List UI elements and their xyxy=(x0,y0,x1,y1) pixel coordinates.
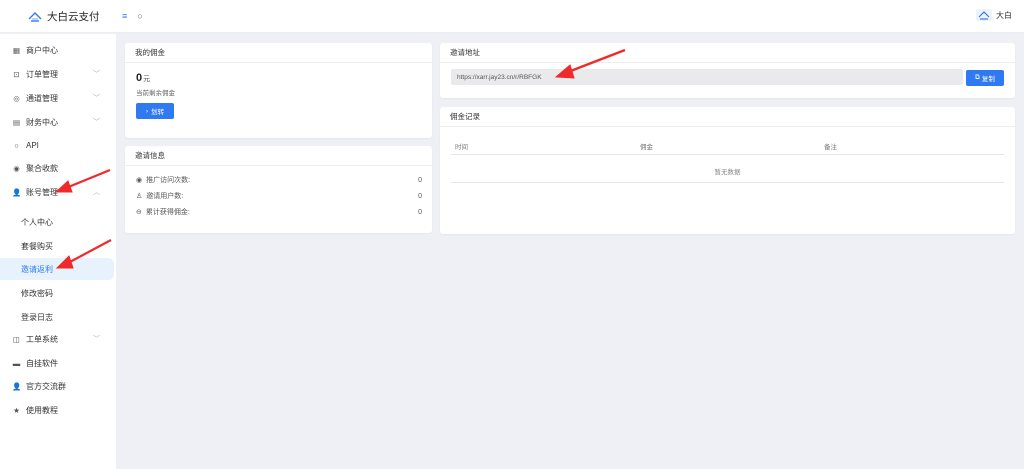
table-header-divider xyxy=(451,154,1004,155)
sidebar-subitem-label: 个人中心 xyxy=(21,217,53,227)
records-title: 佣金记录 xyxy=(440,107,1015,127)
sidebar-item-label: 商户中心 xyxy=(26,45,58,55)
stat-label: 邀请用户数: xyxy=(146,193,184,200)
user-menu[interactable]: 大白 xyxy=(976,9,1012,21)
stat-label: 累计获得佣金: xyxy=(145,209,190,216)
stat-row-invited-users: ♙ 邀请用户数: 0 xyxy=(136,190,422,202)
sidebar-item-aggregate-collect[interactable]: ◉ 聚合收款 xyxy=(0,157,114,179)
commission-card: 我的佣金 0 元 当前剩余佣金 › 划转 xyxy=(125,43,432,138)
sidebar-item-label: API xyxy=(26,140,39,150)
group-icon: 👤 xyxy=(12,381,22,391)
sidebar-subitem-label: 套餐购买 xyxy=(21,241,53,251)
column-header-remark: 备注 xyxy=(824,144,837,151)
chevron-down-icon: ﹀ xyxy=(93,336,100,343)
chevron-right-icon: › xyxy=(145,107,149,115)
sidebar-subitem-change-password[interactable]: 修改密码 xyxy=(0,282,114,304)
user-icon: 👤 xyxy=(12,187,22,197)
empty-state: 暂无数据 xyxy=(714,169,741,176)
invite-info-card: 邀请信息 ◉ 推广访问次数: 0 ♙ 邀请用户数: 0 ⊖ 累计获得佣金: 0 xyxy=(125,146,432,233)
sidebar-item-self-hosted-software[interactable]: ▬ 自挂软件 xyxy=(0,352,114,374)
commission-records-card: 佣金记录 时间 佣金 备注 暂无数据 xyxy=(440,107,1015,234)
stat-value: 0 xyxy=(418,192,422,200)
sidebar-item-label: 使用教程 xyxy=(26,405,58,415)
avatar-icon xyxy=(976,9,992,21)
transfer-button-label: 划转 xyxy=(151,109,165,116)
sidebar-item-label: 自挂软件 xyxy=(26,358,58,368)
wallet-icon: ⊖ xyxy=(136,209,142,216)
copy-button-label: 复制 xyxy=(981,76,995,83)
invite-url-field[interactable]: https://xarr.jay23.cn/r/RBFGK xyxy=(451,69,963,85)
ticket-icon: ◫ xyxy=(12,334,21,344)
chevron-up-icon: ︿ xyxy=(93,189,100,196)
chevron-down-icon: ﹀ xyxy=(93,95,100,102)
invite-url-card: 邀请地址 https://xarr.jay23.cn/r/RBFGK ⧉ 复制 xyxy=(440,43,1015,98)
api-icon: ○ xyxy=(14,140,19,150)
sidebar-item-account-management[interactable]: 👤 账号管理 ︿ xyxy=(0,181,114,203)
finance-icon: ▤ xyxy=(12,117,21,127)
commission-amount: 0 xyxy=(136,72,143,84)
commission-card-title: 我的佣金 xyxy=(125,43,432,63)
stat-value: 0 xyxy=(418,208,422,216)
grid-icon: ▦ xyxy=(12,45,21,55)
search-icon[interactable]: ○ xyxy=(137,11,142,21)
sidebar-subitem-package-purchase[interactable]: 套餐购买 xyxy=(0,235,114,257)
stat-label: 推广访问次数: xyxy=(146,177,191,184)
sidebar-subitem-invite-rebate[interactable]: 邀请返利 xyxy=(0,258,114,280)
stat-value: 0 xyxy=(418,176,422,184)
column-header-commission: 佣金 xyxy=(640,144,653,151)
menu-toggle-icon[interactable]: ≡ xyxy=(122,11,127,21)
copy-icon: ⧉ xyxy=(975,74,980,81)
sidebar-item-finance[interactable]: ▤ 财务中心 ﹀ xyxy=(0,111,114,133)
brand-title: 大白云支付 xyxy=(47,11,100,23)
sidebar-subitem-label: 登录日志 xyxy=(21,312,53,322)
sidebar-subitem-label: 修改密码 xyxy=(21,288,53,298)
sidebar-item-label: 财务中心 xyxy=(26,117,58,127)
sidebar-item-merchant-center[interactable]: ▦ 商户中心 xyxy=(0,39,114,61)
eye-icon: ◉ xyxy=(136,177,143,184)
invite-url-title: 邀请地址 xyxy=(440,43,1015,63)
star-icon: ★ xyxy=(13,405,20,415)
sidebar-subitem-login-log[interactable]: 登录日志 xyxy=(0,306,114,328)
sidebar-item-tutorial[interactable]: ★ 使用教程 xyxy=(0,399,114,421)
software-icon: ▬ xyxy=(12,358,21,368)
sidebar-item-channels[interactable]: ◎ 通道管理 ﹀ xyxy=(0,87,114,109)
commission-desc: 当前剩余佣金 xyxy=(136,90,175,97)
collect-icon: ◉ xyxy=(13,163,20,173)
sidebar-subitem-label: 邀请返利 xyxy=(21,264,53,274)
cloud-logo-icon xyxy=(28,11,42,22)
sidebar-item-tickets[interactable]: ◫ 工单系统 ﹀ xyxy=(0,328,114,350)
sidebar: ▦ 商户中心 ⊡ 订单管理 ﹀ ◎ 通道管理 ﹀ ▤ 财务中心 ﹀ ○ API … xyxy=(0,34,116,469)
chevron-down-icon: ﹀ xyxy=(93,119,100,126)
brand-logo[interactable]: 大白云支付 xyxy=(28,9,100,24)
copy-button[interactable]: ⧉ 复制 xyxy=(966,70,1004,86)
sidebar-item-api[interactable]: ○ API xyxy=(0,134,114,156)
column-header-time: 时间 xyxy=(455,144,468,151)
sidebar-subitem-profile[interactable]: 个人中心 xyxy=(0,211,114,233)
sidebar-item-label: 账号管理 xyxy=(26,187,58,197)
commission-unit: 元 xyxy=(143,76,151,83)
sidebar-item-label: 聚合收款 xyxy=(26,163,58,173)
user-icon: ♙ xyxy=(136,193,143,200)
sidebar-item-official-group[interactable]: 👤 官方交流群 xyxy=(0,375,114,397)
sidebar-item-label: 工单系统 xyxy=(26,334,58,344)
table-bottom-divider xyxy=(451,182,1004,183)
top-bar: 大白云支付 ≡ ○ 大白 xyxy=(0,0,1024,33)
channel-icon: ◎ xyxy=(13,93,20,103)
sidebar-item-label: 订单管理 xyxy=(26,69,58,79)
sidebar-item-label: 官方交流群 xyxy=(26,381,66,391)
sidebar-item-orders[interactable]: ⊡ 订单管理 ﹀ xyxy=(0,63,114,85)
transfer-button[interactable]: › 划转 xyxy=(136,103,174,119)
stat-row-visits: ◉ 推广访问次数: 0 xyxy=(136,174,422,186)
chevron-down-icon: ﹀ xyxy=(93,71,100,78)
invite-info-title: 邀请信息 xyxy=(125,146,432,166)
stat-row-total-commission: ⊖ 累计获得佣金: 0 xyxy=(136,206,422,218)
sidebar-item-label: 通道管理 xyxy=(26,93,58,103)
username: 大白 xyxy=(996,10,1012,20)
order-icon: ⊡ xyxy=(13,69,20,79)
